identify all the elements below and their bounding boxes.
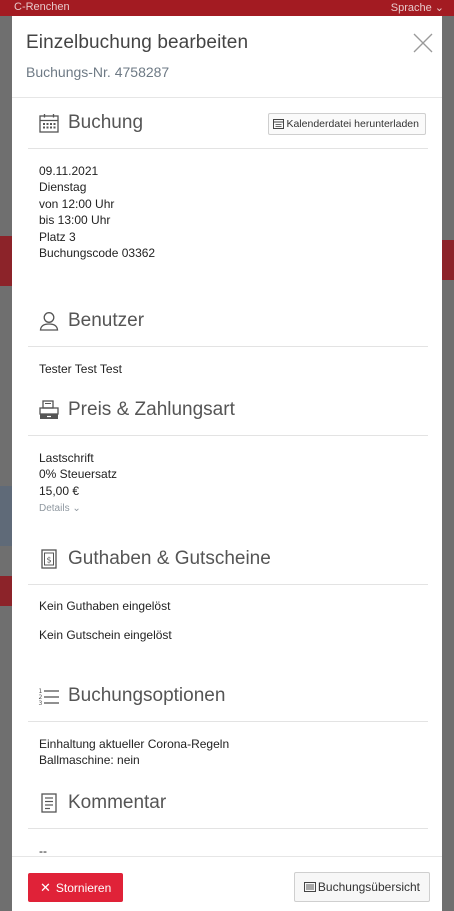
calendar-icon bbox=[38, 112, 60, 134]
section-title: Guthaben & Gutscheine bbox=[68, 548, 271, 569]
modal-header: Einzelbuchung bearbeiten Buchungs-Nr. 47… bbox=[12, 16, 442, 98]
background-block bbox=[0, 576, 12, 606]
booking-number: Buchungs-Nr. 4758287 bbox=[26, 64, 170, 80]
section-header: Kommentar bbox=[28, 779, 428, 829]
section-title: Preis & Zahlungsart bbox=[68, 399, 235, 420]
price-details-toggle[interactable]: Details ⌄ bbox=[39, 501, 81, 517]
price-amount: 15,00 € bbox=[39, 483, 80, 498]
user-details: Tester Test Test bbox=[28, 347, 428, 377]
booking-date: 09.11.2021 bbox=[39, 164, 99, 178]
modal-body: Buchung Kalenderdatei herunterladen 09.1… bbox=[12, 99, 442, 855]
booking-option: Ballmaschine: nein bbox=[39, 753, 140, 768]
background-club-name: C-Renchen bbox=[14, 1, 70, 13]
user-icon bbox=[38, 310, 60, 332]
section-header: Benutzer bbox=[28, 297, 428, 347]
modal-title: Einzelbuchung bearbeiten bbox=[26, 32, 249, 53]
list-small-icon bbox=[303, 882, 316, 892]
svg-text:$: $ bbox=[46, 556, 51, 565]
section-credits: $ Guthaben & Gutscheine Kein Guthaben ei… bbox=[28, 535, 428, 650]
download-calendar-button[interactable]: Kalenderdatei herunterladen bbox=[268, 113, 426, 135]
cash-register-icon bbox=[38, 399, 60, 421]
background-block bbox=[0, 236, 12, 286]
section-header: 1 2 3 Buchungsoptionen bbox=[28, 672, 428, 722]
section-title: Kommentar bbox=[68, 792, 167, 813]
tax-rate: 0% Steuersatz bbox=[39, 467, 118, 482]
section-title: Buchungsoptionen bbox=[68, 685, 226, 706]
booking-edit-modal: Einzelbuchung bearbeiten Buchungs-Nr. 47… bbox=[12, 16, 442, 911]
booking-weekday: Dienstag bbox=[39, 180, 87, 195]
background-page-right bbox=[442, 16, 454, 911]
credit-status: Kein Guthaben eingelöst bbox=[39, 599, 171, 613]
section-header: Preis & Zahlungsart bbox=[28, 386, 428, 436]
cancel-booking-button[interactable]: ✕ Stornieren bbox=[28, 873, 124, 902]
section-title: Benutzer bbox=[68, 310, 145, 331]
credits-details: Kein Guthaben eingelöst Kein Gutschein e… bbox=[28, 585, 428, 650]
svg-text:3: 3 bbox=[39, 700, 43, 707]
user-name: Tester Test Test bbox=[39, 362, 122, 376]
voucher-icon: $ bbox=[38, 548, 60, 570]
booking-option: Einhaltung aktueller Corona-Regeln bbox=[39, 737, 230, 751]
section-user: Benutzer Tester Test Test bbox=[28, 297, 428, 377]
section-title: Buchung bbox=[68, 112, 144, 133]
background-page-left bbox=[0, 16, 12, 911]
close-icon: ✕ bbox=[40, 879, 51, 895]
calendar-small-icon bbox=[273, 119, 285, 129]
modal-footer: ✕ Stornieren Buchungsübersicht bbox=[12, 856, 442, 911]
background-language-selector: Sprache ⌄ bbox=[390, 2, 444, 14]
booking-end-time: bis 13:00 Uhr bbox=[39, 213, 111, 228]
booking-start-time: von 12:00 Uhr bbox=[39, 196, 115, 211]
section-header: Buchung Kalenderdatei herunterladen bbox=[28, 99, 428, 149]
section-booking: Buchung Kalenderdatei herunterladen 09.1… bbox=[28, 99, 428, 261]
background-block bbox=[0, 486, 12, 546]
price-details: Lastschrift 0% Steuersatz 15,00 € Detail… bbox=[28, 436, 428, 518]
download-calendar-label: Kalenderdatei herunterladen bbox=[286, 118, 419, 130]
background-block bbox=[442, 240, 454, 280]
cancel-booking-label: Stornieren bbox=[55, 880, 112, 895]
voucher-status: Kein Gutschein eingelöst bbox=[39, 628, 172, 642]
payment-method: Lastschrift bbox=[39, 451, 94, 465]
document-icon bbox=[38, 792, 60, 814]
section-header: $ Guthaben & Gutscheine bbox=[28, 535, 428, 585]
section-price: Preis & Zahlungsart Lastschrift 0% Steue… bbox=[28, 386, 428, 518]
booking-overview-button[interactable]: Buchungsübersicht bbox=[293, 872, 430, 902]
booking-details: 09.11.2021 Dienstag von 12:00 Uhr bis 13… bbox=[28, 149, 428, 261]
close-button[interactable] bbox=[410, 30, 436, 56]
list-icon: 1 2 3 bbox=[38, 685, 60, 707]
booking-overview-label: Buchungsübersicht bbox=[317, 880, 420, 894]
close-icon bbox=[413, 33, 433, 53]
booking-options-details: Einhaltung aktueller Corona-Regeln Ballm… bbox=[28, 722, 428, 769]
background-topbar: C-Renchen Sprache ⌄ bbox=[0, 0, 454, 16]
section-comment: Kommentar -- bbox=[28, 779, 428, 855]
booking-court: Platz 3 bbox=[39, 229, 76, 244]
comment-details: -- bbox=[28, 829, 428, 855]
booking-code: Buchungscode 03362 bbox=[39, 246, 156, 261]
comment-text: -- bbox=[39, 844, 47, 855]
section-booking-options: 1 2 3 Buchungsoptionen Einhaltung aktuel… bbox=[28, 672, 428, 769]
